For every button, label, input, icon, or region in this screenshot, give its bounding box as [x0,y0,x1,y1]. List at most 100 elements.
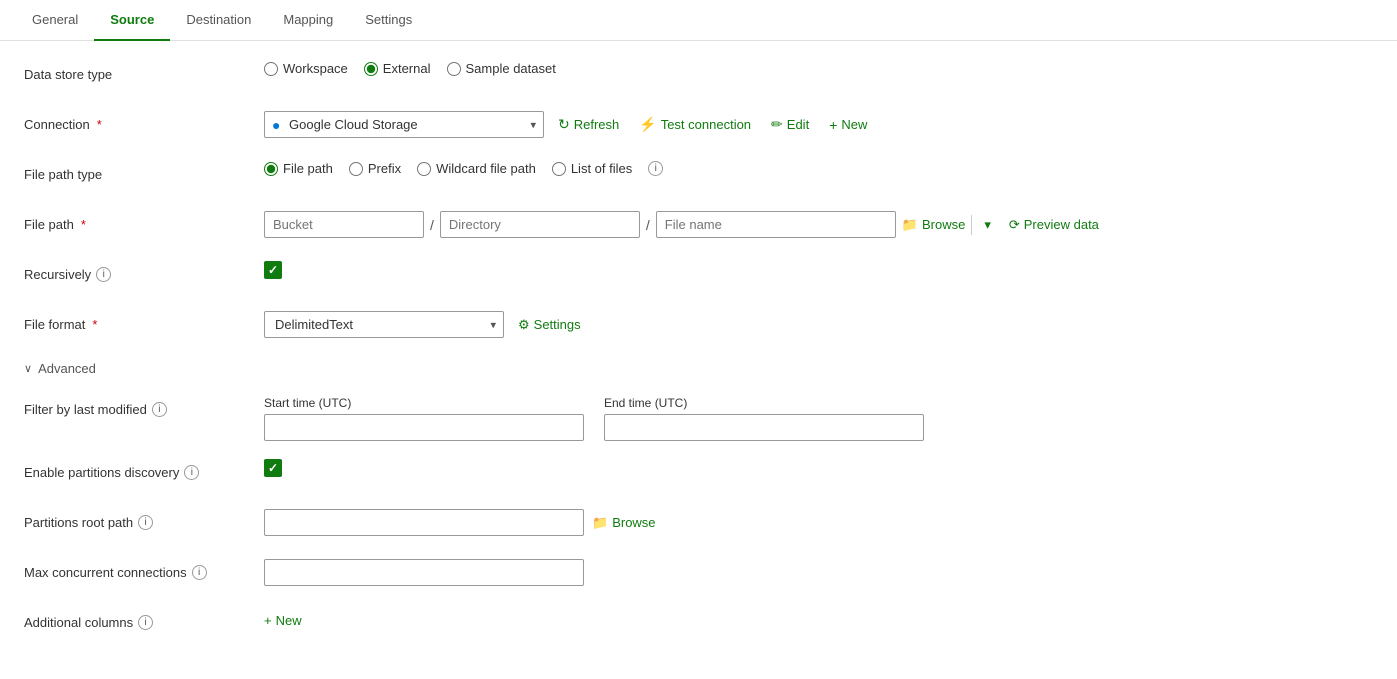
refresh-button[interactable]: ↻ Refresh [552,112,625,137]
radio-prefix[interactable]: Prefix [349,161,401,176]
recursively-row: Recursively i [24,261,1373,293]
radio-listfiles-label: List of files [571,161,632,176]
start-time-item: Start time (UTC) [264,396,584,441]
file-path-row: File path * / / 📁 Browse ▾ ⟳ [24,211,1373,243]
datetime-group: Start time (UTC) End time (UTC) [264,396,924,441]
recursively-control [264,261,1373,279]
file-path-type-control: File path Prefix Wildcard file path List… [264,161,1373,176]
new-connection-button[interactable]: + New [823,113,873,137]
preview-data-button[interactable]: ⟳ Preview data [1003,213,1105,237]
enable-partitions-label: Enable partitions discovery i [24,459,264,480]
plus-icon: + [829,117,837,133]
browse-label: Browse [922,217,965,232]
advanced-section[interactable]: ∨ Advanced [24,361,1373,376]
recursively-label: Recursively i [24,261,264,282]
test-connection-icon: ⚡ [639,116,656,133]
preview-icon: ⟳ [1009,217,1020,233]
radio-wildcard[interactable]: Wildcard file path [417,161,536,176]
filter-last-modified-label: Filter by last modified i [24,396,264,417]
radio-prefix-label: Prefix [368,161,401,176]
preview-label: Preview data [1024,217,1099,232]
radio-external[interactable]: External [364,61,431,76]
chevron-down-button[interactable]: ▾ [978,213,997,237]
file-path-type-info-icon: i [648,161,663,176]
edit-button[interactable]: ✏ Edit [765,112,815,137]
filename-input[interactable] [656,211,896,238]
tab-destination[interactable]: Destination [170,0,267,41]
data-store-type-label: Data store type [24,61,264,82]
file-path-type-label: File path type [24,161,264,182]
radio-workspace[interactable]: Workspace [264,61,348,76]
connection-required: * [97,117,102,132]
bucket-input[interactable] [264,211,424,238]
file-format-select[interactable]: DelimitedText [264,311,504,338]
tab-mapping[interactable]: Mapping [267,0,349,41]
chevron-down-icon: ▾ [984,217,991,233]
partitions-root-path-label: Partitions root path i [24,509,264,530]
format-settings-label: Settings [534,317,581,332]
radio-filepath[interactable]: File path [264,161,333,176]
advanced-label: Advanced [38,361,96,376]
enable-partitions-row: Enable partitions discovery i [24,459,1373,491]
add-column-plus-icon: + [264,613,272,628]
tab-bar: General Source Destination Mapping Setti… [0,0,1397,41]
radio-sample[interactable]: Sample dataset [447,61,556,76]
file-path-type-radio-group: File path Prefix Wildcard file path List… [264,161,663,176]
radio-sample-label: Sample dataset [466,61,556,76]
file-format-control: DelimitedText ⚙ Settings [264,311,1373,338]
file-format-label: File format * [24,311,264,332]
start-time-label: Start time (UTC) [264,396,584,410]
partitions-checkbox[interactable] [264,459,282,477]
directory-input[interactable] [440,211,640,238]
edit-icon: ✏ [771,116,783,133]
radio-workspace-input[interactable] [264,62,278,76]
connection-select[interactable]: Google Cloud Storage [264,111,544,138]
file-path-control: / / 📁 Browse ▾ ⟳ Preview data [264,211,1373,238]
format-settings-button[interactable]: ⚙ Settings [512,313,587,337]
radio-listfiles-input[interactable] [552,162,566,176]
radio-listfiles[interactable]: List of files [552,161,632,176]
path-sep-1: / [430,217,434,233]
toolbar-divider [971,215,972,235]
enable-partitions-control [264,459,1373,477]
test-connection-label: Test connection [661,117,751,132]
radio-workspace-label: Workspace [283,61,348,76]
radio-external-label: External [383,61,431,76]
end-time-input[interactable] [604,414,924,441]
partitions-browse-button[interactable]: 📁 Browse [592,515,656,531]
tab-general[interactable]: General [16,0,94,41]
radio-filepath-input[interactable] [264,162,278,176]
connection-label: Connection * [24,111,264,132]
partitions-browse-label: Browse [612,515,655,530]
add-column-button[interactable]: + New [264,609,302,632]
tab-settings[interactable]: Settings [349,0,428,41]
radio-filepath-label: File path [283,161,333,176]
recursively-checkbox[interactable] [264,261,282,279]
data-store-type-row: Data store type Workspace External Sampl… [24,61,1373,93]
new-connection-label: New [841,117,867,132]
partitions-root-info-icon: i [138,515,153,530]
radio-external-input[interactable] [364,62,378,76]
end-time-label: End time (UTC) [604,396,924,410]
file-path-required: * [81,217,86,232]
refresh-icon: ↻ [558,116,570,133]
file-format-row: File format * DelimitedText ⚙ Settings [24,311,1373,343]
recursively-info-icon: i [96,267,111,282]
test-connection-button[interactable]: ⚡ Test connection [633,112,757,137]
browse-button[interactable]: 📁 Browse [902,217,966,233]
max-concurrent-input[interactable] [264,559,584,586]
tab-source[interactable]: Source [94,0,170,41]
edit-label: Edit [787,117,809,132]
file-format-select-wrapper: DelimitedText [264,311,504,338]
radio-sample-input[interactable] [447,62,461,76]
data-store-radio-group: Workspace External Sample dataset [264,61,556,76]
filter-last-modified-row: Filter by last modified i Start time (UT… [24,396,1373,441]
max-concurrent-control [264,559,1373,586]
radio-wildcard-input[interactable] [417,162,431,176]
start-time-input[interactable] [264,414,584,441]
connection-row: Connection * Google Cloud Storage ↻ Refr… [24,111,1373,143]
partitions-root-path-input[interactable] [264,509,584,536]
partitions-root-path-control: 📁 Browse [264,509,1373,536]
radio-prefix-input[interactable] [349,162,363,176]
add-column-label: New [276,613,302,628]
